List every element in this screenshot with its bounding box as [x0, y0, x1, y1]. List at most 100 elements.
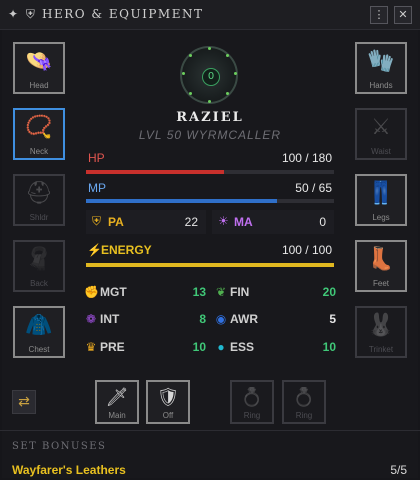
slot-label: Shldr	[29, 213, 49, 222]
slot-back[interactable]: 🧣 Back	[13, 240, 65, 292]
ma-value: 0	[319, 215, 326, 229]
slot-neck[interactable]: 📿 Neck	[13, 108, 65, 160]
attr-label: AWR	[230, 312, 258, 326]
slot-label: Main	[108, 411, 126, 420]
close-button[interactable]: ✕	[394, 6, 412, 24]
attr-label: FIN	[230, 285, 250, 299]
pa-label: PA	[108, 215, 124, 229]
energy-bar-fill	[86, 263, 334, 267]
hat-icon: 👒	[25, 49, 53, 74]
sword-icon: 🗡	[105, 387, 129, 408]
slot-label: Legs	[372, 213, 390, 222]
slot-head[interactable]: 👒 Head	[13, 42, 65, 94]
portrait-dot	[226, 92, 229, 95]
portrait-dot	[208, 100, 211, 103]
portrait-emblem: 0	[202, 68, 220, 86]
attr-int[interactable]: ❁ INT 8	[84, 312, 206, 328]
slot-label: Trinket	[368, 345, 394, 354]
portrait-dot	[189, 92, 192, 95]
slot-ring[interactable]: 💍 Ring	[230, 380, 274, 424]
awr-icon: ◉	[215, 312, 227, 326]
slot-label: Off	[162, 411, 174, 420]
fin-icon: ❦	[215, 285, 227, 299]
slot-label: Ring	[243, 411, 261, 420]
hp-label: HP	[88, 151, 105, 165]
divider	[0, 430, 420, 431]
cloak-icon: 🧣	[25, 247, 53, 272]
swap-weapons-button[interactable]: ⇄	[12, 390, 36, 414]
attr-mgt[interactable]: ✊ MGT 13	[84, 285, 206, 301]
gloves-icon: 🧤	[367, 49, 395, 74]
int-icon: ❁	[85, 312, 97, 326]
slot-waist[interactable]: ⚔ Waist	[355, 108, 407, 160]
portrait-dot	[182, 72, 185, 75]
ring-icon: 💍	[292, 387, 316, 408]
slot-label: Chest	[28, 345, 50, 354]
menu-button[interactable]: ⋮	[370, 6, 388, 24]
boots-icon: 👢	[367, 247, 395, 272]
portrait-dot	[226, 54, 229, 57]
slot-main[interactable]: 🗡 Main	[95, 380, 139, 424]
trousers-icon: 👖	[367, 181, 395, 206]
shield-icon: ⛨	[92, 214, 102, 228]
mp-value: 50 / 65	[295, 181, 332, 195]
slot-label: Feet	[372, 279, 389, 288]
stat-pa: ⛨ PA 22	[86, 210, 206, 234]
ma-label: MA	[234, 215, 253, 229]
character-portrait[interactable]: 0	[180, 46, 238, 104]
hp-value: 100 / 180	[281, 151, 332, 165]
pre-icon: ♛	[85, 340, 97, 354]
mp-label: MP	[88, 181, 106, 195]
set-bonuses-heading: SET BONUSES	[12, 441, 107, 452]
coat-icon: 🧥	[25, 313, 53, 338]
hp-bar	[86, 170, 334, 174]
attr-pre[interactable]: ♛ PRE 10	[84, 340, 206, 356]
slot-shldr[interactable]: ⛑ Shldr	[13, 174, 65, 226]
window-icons: ✦ ⛨	[8, 7, 37, 21]
trinket-icon: 🐰	[367, 313, 395, 338]
belt-icon: ⚔	[371, 115, 391, 140]
slot-legs[interactable]: 👖 Legs	[355, 174, 407, 226]
portrait-dot	[189, 54, 192, 57]
shield-icon: 🛡	[156, 387, 180, 408]
ring-icon: 💍	[240, 387, 264, 408]
attr-awr[interactable]: ◉ AWR 5	[214, 312, 336, 328]
slot-label: Head	[29, 81, 49, 90]
slot-label: Ring	[295, 411, 313, 420]
necklace-icon: 📿	[25, 115, 53, 140]
ess-icon: ●	[217, 340, 225, 354]
slot-trinket[interactable]: 🐰 Trinket	[355, 306, 407, 358]
attr-value: 13	[192, 285, 206, 299]
lightning-icon: ⚡	[87, 243, 102, 257]
magic-icon: ☀	[218, 214, 229, 228]
attr-value: 8	[199, 312, 206, 326]
character-name: RAZIEL	[176, 110, 244, 125]
portrait-dot	[208, 47, 211, 50]
slot-label: Hands	[369, 81, 393, 90]
energy-label: ENERGY	[101, 243, 152, 257]
slot-label: Back	[30, 279, 48, 288]
window-title: HERO & EQUIPMENT	[42, 7, 204, 21]
attr-value: 20	[322, 285, 336, 299]
energy-bar	[86, 263, 334, 267]
attr-ess[interactable]: ● ESS 10	[214, 340, 336, 356]
slot-label: Waist	[371, 147, 391, 156]
pa-value: 22	[184, 215, 198, 229]
slot-feet[interactable]: 👢 Feet	[355, 240, 407, 292]
set-bonus-name[interactable]: Wayfarer's Leathers	[12, 463, 126, 477]
character-level-class: LVL 50 WYRMCALLER	[138, 128, 282, 142]
slot-ring[interactable]: 💍 Ring	[282, 380, 326, 424]
attr-value: 5	[329, 312, 336, 326]
slot-hands[interactable]: 🧤 Hands	[355, 42, 407, 94]
stat-ma: ☀ MA 0	[212, 210, 334, 234]
slot-off[interactable]: 🛡 Off	[146, 380, 190, 424]
shoulder-icon: ⛑	[25, 181, 53, 206]
energy-value: 100 / 100	[281, 243, 332, 257]
slot-chest[interactable]: 🧥 Chest	[13, 306, 65, 358]
attr-value: 10	[192, 340, 206, 354]
attr-fin[interactable]: ❦ FIN 20	[214, 285, 336, 301]
portrait-dot	[234, 72, 237, 75]
mgt-icon: ✊	[84, 285, 99, 299]
slot-label: Neck	[29, 147, 49, 156]
attr-value: 10	[322, 340, 336, 354]
